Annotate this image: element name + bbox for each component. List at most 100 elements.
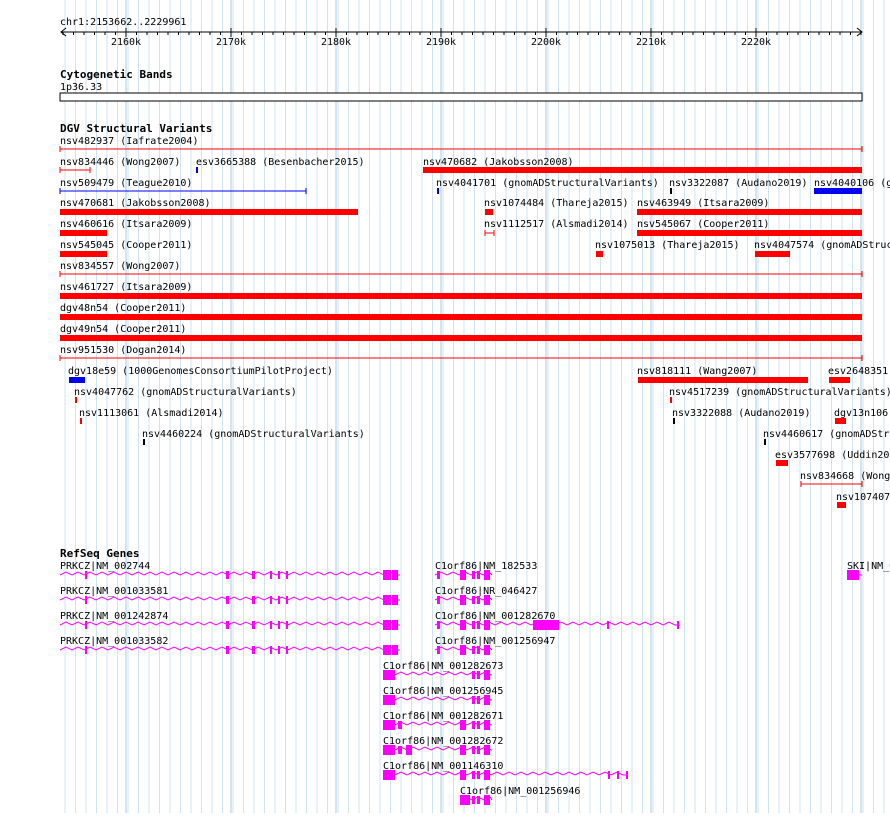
refseq-exon[interactable] bbox=[392, 645, 398, 655]
refseq-exon[interactable] bbox=[278, 571, 280, 579]
refseq-exon[interactable] bbox=[383, 770, 395, 780]
refseq-exon[interactable] bbox=[392, 595, 398, 605]
refseq-exon[interactable] bbox=[226, 596, 229, 604]
dgv-feature[interactable]: nsv461727 (Itsara2009) bbox=[60, 282, 862, 299]
dgv-feature-bar[interactable] bbox=[60, 209, 358, 215]
refseq-exon[interactable] bbox=[477, 621, 480, 629]
dgv-feature-bar[interactable] bbox=[60, 230, 107, 236]
refseq-exon[interactable] bbox=[477, 571, 480, 579]
cytoband-track-title[interactable]: Cytogenetic Bands bbox=[60, 68, 173, 81]
refseq-exon[interactable] bbox=[406, 745, 412, 755]
dgv-feature[interactable]: dgv49n54 (Cooper2011) bbox=[60, 324, 862, 341]
dgv-feature-bar[interactable] bbox=[423, 167, 862, 173]
refseq-exon[interactable] bbox=[383, 670, 395, 680]
refseq-exon[interactable] bbox=[226, 621, 229, 629]
refseq-exon[interactable] bbox=[398, 746, 402, 754]
refseq-exon[interactable] bbox=[383, 745, 395, 755]
refseq-exon[interactable] bbox=[226, 571, 229, 579]
dgv-feature[interactable]: nsv470681 (Jakobsson2008) bbox=[60, 198, 358, 215]
dgv-feature[interactable]: nsv834668 (Wong2007) bbox=[800, 471, 890, 487]
refseq-transcript[interactable]: C1orf86|NR_046427 bbox=[434, 586, 537, 605]
refseq-exon[interactable] bbox=[398, 721, 402, 729]
refseq-exon[interactable] bbox=[547, 620, 559, 630]
dgv-feature[interactable]: nsv3322087 (Audano2019) bbox=[669, 178, 807, 194]
refseq-exon[interactable] bbox=[286, 596, 288, 604]
refseq-exon[interactable] bbox=[477, 696, 480, 704]
refseq-exon[interactable] bbox=[85, 646, 87, 654]
dgv-feature-bar[interactable] bbox=[69, 377, 85, 383]
refseq-exon[interactable] bbox=[437, 596, 440, 604]
dgv-feature-tick[interactable] bbox=[670, 397, 672, 403]
dgv-feature-tick[interactable] bbox=[75, 397, 77, 403]
dgv-feature[interactable]: dgv13n106 (Coe2014) bbox=[834, 408, 890, 424]
dgv-feature-bar[interactable] bbox=[755, 251, 790, 257]
dgv-feature[interactable]: nsv4040106 (gnomADStructuralVariants) bbox=[814, 178, 890, 194]
dgv-feature[interactable]: nsv818111 (Wang2007) bbox=[637, 366, 808, 383]
dgv-feature-bar[interactable] bbox=[829, 377, 850, 383]
ruler[interactable]: 2160k 2170k 2180k 2190k 2200k 2210k 2220k bbox=[60, 27, 863, 48]
refseq-exon[interactable] bbox=[477, 646, 480, 654]
dgv-feature-tick[interactable] bbox=[143, 439, 145, 445]
dgv-feature-bar[interactable] bbox=[60, 335, 862, 341]
refseq-exon[interactable] bbox=[472, 746, 475, 754]
refseq-exon[interactable] bbox=[484, 720, 490, 730]
refseq-exon[interactable] bbox=[472, 671, 475, 679]
refseq-exon[interactable] bbox=[270, 621, 272, 629]
refseq-exon[interactable] bbox=[278, 621, 280, 629]
dgv-track-title[interactable]: DGV Structural Variants bbox=[60, 122, 212, 135]
refseq-exon[interactable] bbox=[484, 620, 490, 630]
refseq-exon[interactable] bbox=[477, 596, 480, 604]
refseq-exon[interactable] bbox=[252, 646, 255, 654]
refseq-exon[interactable] bbox=[460, 595, 466, 605]
refseq-exon[interactable] bbox=[677, 621, 679, 629]
refseq-exon[interactable] bbox=[278, 646, 280, 654]
refseq-exon[interactable] bbox=[626, 771, 628, 779]
refseq-exon[interactable] bbox=[484, 670, 490, 680]
refseq-exon[interactable] bbox=[617, 771, 619, 779]
dgv-feature[interactable]: esv3577698 (Uddin2015) bbox=[775, 450, 890, 466]
dgv-feature-bar[interactable] bbox=[485, 209, 493, 215]
refseq-exon[interactable] bbox=[270, 646, 272, 654]
dgv-feature[interactable]: nsv4460617 (gnomADStructuralVariants) bbox=[763, 429, 890, 445]
refseq-exon[interactable] bbox=[484, 570, 490, 580]
refseq-exon[interactable] bbox=[484, 795, 490, 805]
dgv-feature[interactable]: nsv545067 (Cooper2011) bbox=[637, 219, 862, 236]
refseq-exon[interactable] bbox=[472, 621, 475, 629]
refseq-exon[interactable] bbox=[460, 570, 466, 580]
refseq-exon[interactable] bbox=[477, 721, 480, 729]
refseq-exon[interactable] bbox=[607, 621, 609, 629]
refseq-exon[interactable] bbox=[477, 796, 480, 804]
refseq-exon[interactable] bbox=[847, 570, 859, 580]
dgv-feature-bar[interactable] bbox=[835, 418, 846, 424]
refseq-exon[interactable] bbox=[278, 596, 280, 604]
refseq-exon[interactable] bbox=[270, 571, 272, 579]
refseq-exon[interactable] bbox=[437, 621, 440, 629]
refseq-exon[interactable] bbox=[392, 570, 398, 580]
dgv-feature-tick[interactable] bbox=[673, 418, 675, 424]
refseq-transcript[interactable]: C1orf86|NM_182533 bbox=[434, 561, 537, 580]
refseq-exon[interactable] bbox=[286, 621, 288, 629]
refseq-exon[interactable] bbox=[383, 645, 391, 655]
dgv-feature[interactable]: nsv4047574 (gnomADStructuralVariants) bbox=[754, 240, 890, 257]
refseq-exon[interactable] bbox=[477, 746, 480, 754]
refseq-track-title[interactable]: RefSeq Genes bbox=[60, 547, 139, 560]
refseq-exon[interactable] bbox=[383, 720, 395, 730]
dgv-feature-bar[interactable] bbox=[637, 230, 862, 236]
refseq-exon[interactable] bbox=[85, 596, 87, 604]
dgv-feature-tick[interactable] bbox=[670, 188, 672, 194]
dgv-feature-tick[interactable] bbox=[764, 439, 766, 445]
dgv-feature-tick[interactable] bbox=[196, 167, 198, 173]
dgv-feature-bar[interactable] bbox=[637, 209, 862, 215]
refseq-exon[interactable] bbox=[477, 771, 480, 779]
refseq-exon[interactable] bbox=[226, 646, 229, 654]
dgv-feature-bar[interactable] bbox=[638, 377, 808, 383]
refseq-exon[interactable] bbox=[484, 645, 490, 655]
refseq-exon[interactable] bbox=[383, 620, 391, 630]
refseq-exon[interactable] bbox=[472, 596, 475, 604]
refseq-exon[interactable] bbox=[286, 571, 288, 579]
refseq-exon[interactable] bbox=[460, 720, 466, 730]
refseq-exon[interactable] bbox=[437, 571, 440, 579]
refseq-exon[interactable] bbox=[383, 695, 395, 705]
refseq-exon[interactable] bbox=[472, 646, 475, 654]
dgv-feature-bar[interactable] bbox=[60, 293, 862, 299]
